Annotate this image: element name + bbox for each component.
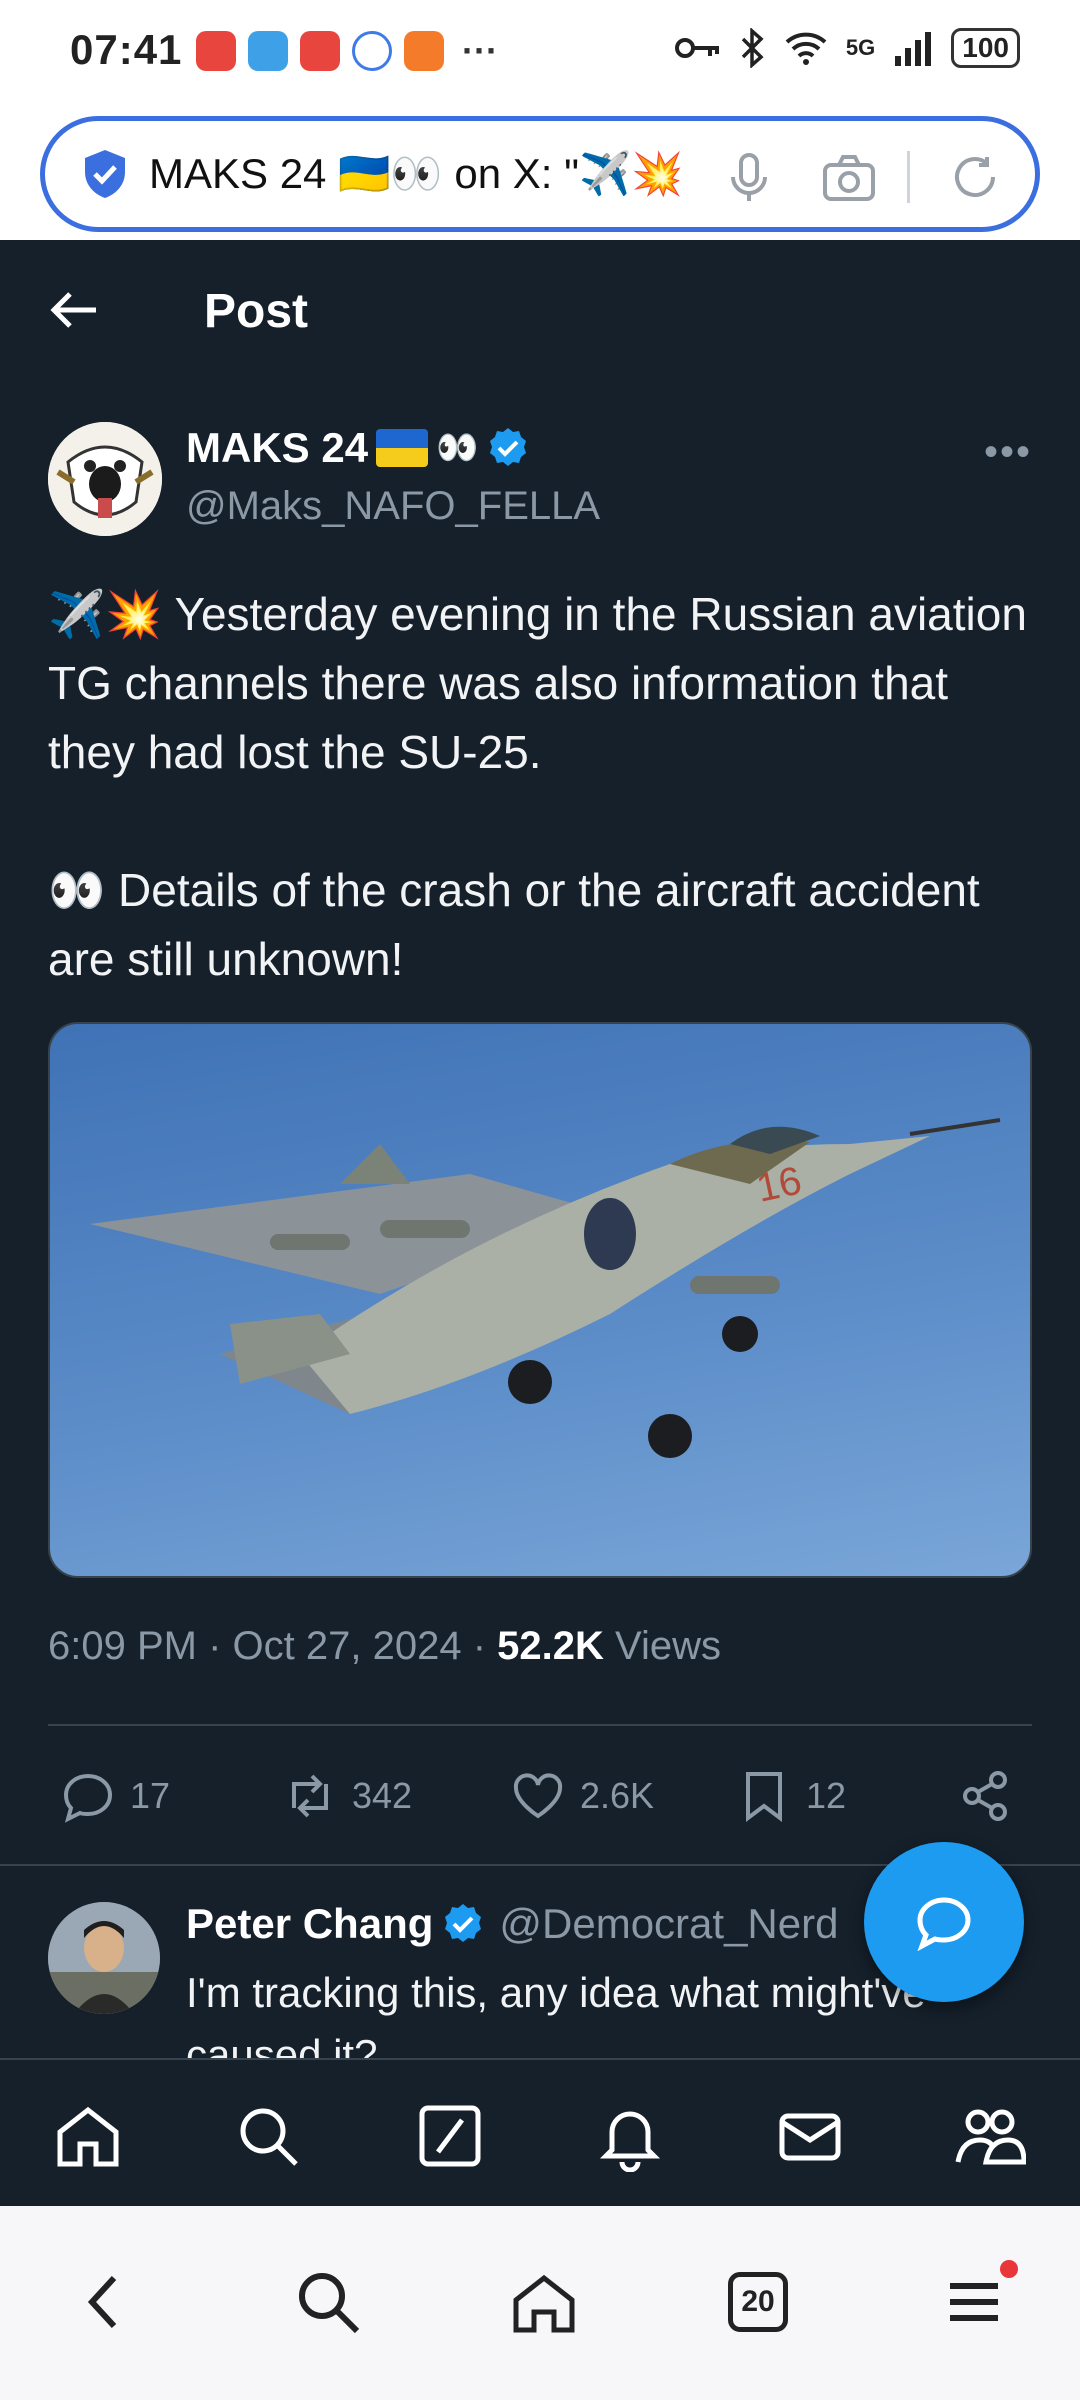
post-image[interactable]: 16 — [48, 1022, 1032, 1578]
search-icon[interactable] — [232, 2100, 304, 2172]
share-button[interactable] — [958, 1768, 1014, 1824]
views-label: Views — [615, 1624, 721, 1668]
eyes-emoji: 👀 — [436, 429, 479, 467]
messages-icon[interactable] — [774, 2100, 846, 2172]
bookmark-count: 12 — [806, 1775, 847, 1816]
reply-avatar[interactable] — [48, 1902, 160, 2014]
post-text: ✈️💥 Yesterday evening in the Russian avi… — [48, 588, 1027, 985]
repost-button[interactable]: 342 — [282, 1768, 412, 1824]
chat-bubble-icon — [917, 1897, 971, 1952]
home-icon[interactable] — [508, 2266, 580, 2338]
more-options-icon[interactable]: ••• — [984, 430, 1032, 475]
app-tab-bar — [0, 2058, 1080, 2206]
url-bar-separator — [907, 151, 910, 203]
communities-icon[interactable] — [954, 2100, 1026, 2172]
tabs-icon[interactable]: 20 — [728, 2272, 788, 2332]
views-count: 52.2K — [497, 1624, 604, 1668]
reply-icon — [63, 1773, 113, 1823]
notification-dot — [1000, 2260, 1018, 2278]
weather-app-icon — [248, 31, 288, 71]
reply-count: 17 — [130, 1775, 171, 1816]
browser-chrome: 07:41 ··· 5G 100 MAKS 24 🇺🇦👀 on X: "✈️💥 — [0, 0, 1080, 240]
microphone-icon[interactable] — [721, 149, 777, 205]
key-icon — [674, 38, 719, 58]
status-right: 5G 100 — [674, 28, 1020, 68]
reply-button[interactable]: 17 — [60, 1768, 170, 1824]
reply-author-name[interactable]: Peter Chang — [186, 1900, 433, 1948]
app-notification-icon — [300, 31, 340, 71]
post-header: Post — [0, 240, 1080, 385]
repost-count: 342 — [352, 1775, 413, 1816]
post-actions: 17 342 2.6K 12 — [0, 1760, 1080, 1840]
search-icon[interactable] — [292, 2266, 364, 2338]
page-title: Post — [204, 285, 309, 338]
post-time: 6:09 PM — [48, 1624, 197, 1668]
reply-header[interactable]: Peter Chang @Democrat_Nerd — [186, 1900, 838, 1948]
repost-icon — [292, 1774, 328, 1818]
verified-badge-icon — [445, 1904, 482, 1942]
browser-nav-bar: 20 — [0, 2206, 1080, 2400]
back-icon[interactable] — [70, 2266, 142, 2338]
notification-icons: ··· — [196, 30, 498, 72]
ukraine-flag-icon — [376, 429, 429, 467]
author-avatar[interactable] — [48, 422, 162, 536]
menu-icon[interactable] — [938, 2266, 1010, 2338]
author-name-row[interactable]: MAKS 24 👀 — [186, 424, 530, 472]
author-handle[interactable]: @Maks_NAFO_FELLA — [186, 484, 600, 529]
post-date[interactable]: Oct 27, 2024 — [233, 1624, 462, 1668]
url-bar[interactable]: MAKS 24 🇺🇦👀 on X: "✈️💥 — [40, 116, 1040, 232]
compose-reply-button[interactable] — [864, 1842, 1024, 2002]
status-time: 07:41 — [70, 26, 183, 73]
video-app-icon — [404, 31, 444, 71]
app-notification-icon — [196, 31, 236, 71]
heart-icon — [513, 1773, 563, 1819]
author-name[interactable]: MAKS 24 — [186, 424, 368, 472]
back-arrow-icon[interactable] — [46, 282, 102, 338]
refresh-icon[interactable] — [947, 149, 1003, 205]
reply-text: I'm tracking this, any idea what might'v… — [186, 1969, 926, 2058]
share-icon — [963, 1771, 1007, 1821]
signal-icon — [895, 32, 932, 66]
su25-aircraft-photo: 16 — [90, 1118, 1001, 1458]
svg-text:16: 16 — [753, 1159, 806, 1211]
url-text[interactable]: MAKS 24 🇺🇦👀 on X: "✈️💥 — [149, 150, 709, 199]
post-meta: 6:09 PM · Oct 27, 2024 · 52.2K Views — [48, 1624, 721, 1669]
notifications-icon[interactable] — [594, 2100, 666, 2172]
avatar-image — [48, 422, 162, 536]
reply-avatar-photo — [48, 1902, 160, 2014]
divider — [48, 1724, 1032, 1726]
bookmark-button[interactable]: 12 — [736, 1768, 846, 1824]
bluetooth-icon — [741, 28, 764, 68]
home-icon[interactable] — [52, 2100, 124, 2172]
grok-icon[interactable] — [414, 2100, 486, 2172]
bookmark-icon — [746, 1772, 782, 1822]
like-button[interactable]: 2.6K — [510, 1768, 654, 1824]
ifly-app-icon — [352, 31, 392, 71]
status-bar: 07:41 ··· 5G 100 — [0, 0, 1080, 104]
wifi-icon — [785, 32, 827, 65]
camera-icon[interactable] — [821, 149, 877, 205]
network-type: 5G — [845, 35, 876, 60]
meta-separator: · — [472, 1624, 498, 1668]
verified-badge-icon — [490, 428, 527, 466]
reply-author-handle[interactable]: @Democrat_Nerd — [499, 1900, 838, 1948]
more-notifications-icon: ··· — [462, 30, 498, 71]
shield-icon — [85, 150, 125, 198]
battery-level: 100 — [951, 28, 1020, 68]
meta-separator: · — [208, 1624, 233, 1668]
like-count: 2.6K — [580, 1775, 655, 1816]
